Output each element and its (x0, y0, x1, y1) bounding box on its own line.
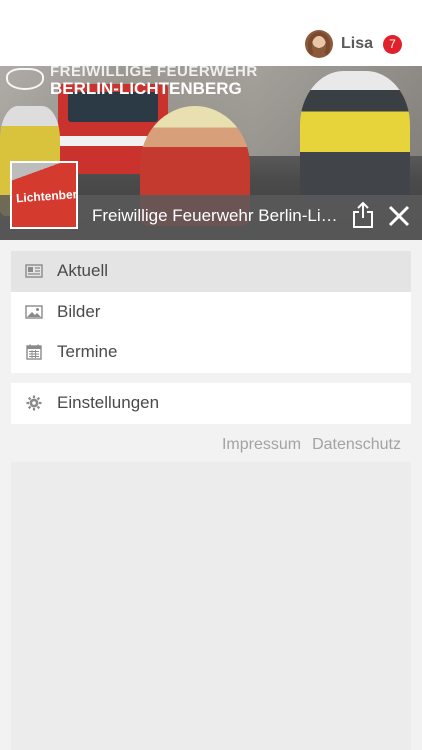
menu-item-bilder[interactable]: Bilder (11, 292, 411, 333)
top-bar: Lisa 7 (0, 0, 422, 66)
user-menu[interactable]: Lisa 7 (304, 30, 402, 58)
menu-item-label: Aktuell (57, 261, 109, 281)
avatar[interactable] (304, 30, 333, 58)
notification-badge[interactable]: 7 (383, 34, 402, 54)
content-area (11, 462, 411, 750)
menu-item-aktuell[interactable]: Aktuell (11, 251, 411, 292)
menu-item-einstellungen[interactable]: Einstellungen (11, 383, 411, 424)
share-icon[interactable] (352, 201, 374, 229)
hero-banner: FREIWILLIGE FEUERWEHR BERLIN-LICHTENBERG… (0, 66, 422, 240)
logo-line-1: FREIWILLIGE FEUERWEHR (50, 66, 258, 80)
menu-item-termine[interactable]: Termine (11, 332, 411, 373)
main-menu: Aktuell Bilder Termine (11, 251, 411, 373)
club-thumbnail: Lichtenberg (10, 161, 78, 229)
thumbnail-text: Lichtenberg (15, 186, 76, 206)
user-name[interactable]: Lisa (341, 35, 373, 53)
datenschutz-link[interactable]: Datenschutz (312, 436, 401, 454)
footer-links: Impressum Datenschutz (211, 436, 401, 454)
image-icon (25, 304, 43, 319)
close-icon[interactable] (386, 203, 412, 229)
hero-logo: FREIWILLIGE FEUERWEHR BERLIN-LICHTENBERG (50, 66, 258, 97)
newspaper-icon (25, 264, 43, 278)
page-title: Freiwillige Feuerwehr Berlin-Lichtenberg (92, 206, 344, 225)
menu-item-label: Bilder (57, 301, 101, 321)
eagle-logo-icon (6, 68, 44, 90)
logo-line-2: BERLIN-LICHTENBERG (50, 79, 242, 98)
firefighter-image (300, 71, 410, 206)
settings-menu: Einstellungen (11, 383, 411, 424)
gear-icon (26, 395, 42, 411)
menu-item-label: Einstellungen (57, 393, 160, 413)
impressum-link[interactable]: Impressum (222, 436, 301, 454)
menu-item-label: Termine (57, 342, 118, 362)
calendar-icon (26, 344, 42, 360)
